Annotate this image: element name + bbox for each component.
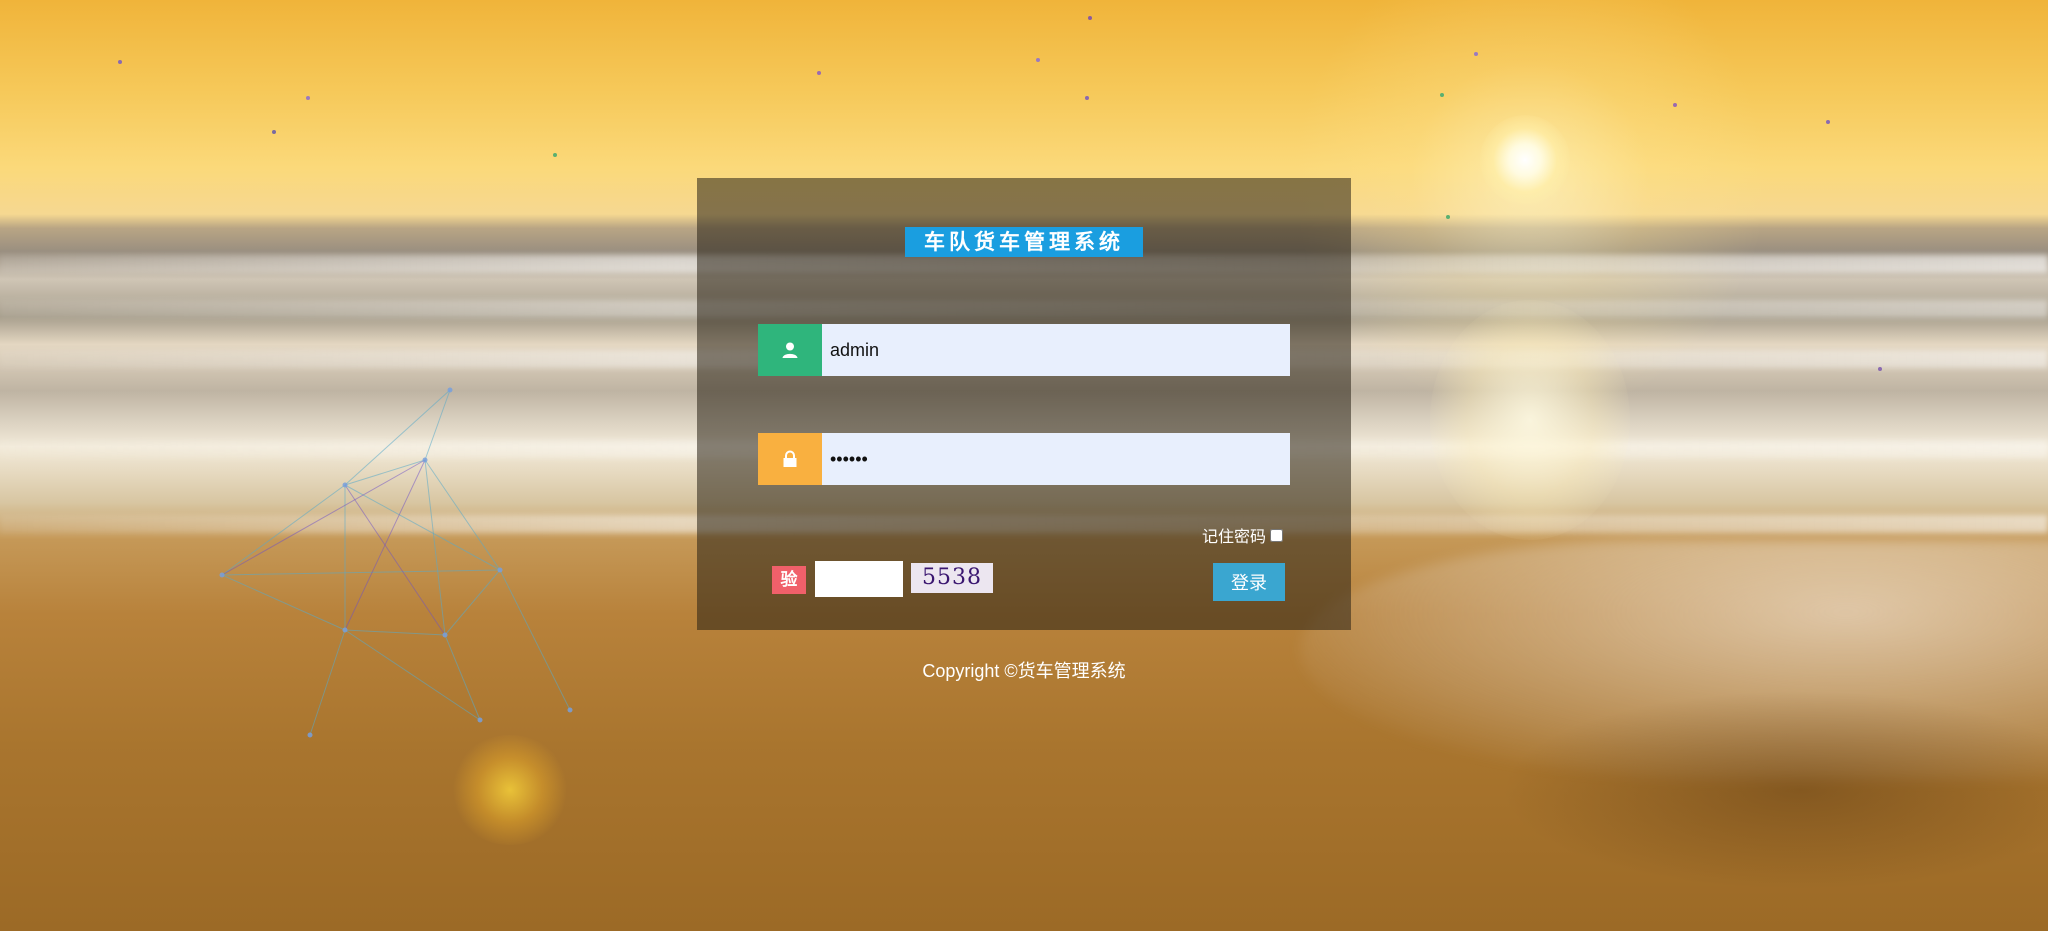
particle (1088, 16, 1092, 20)
particle (1878, 367, 1882, 371)
user-icon (758, 324, 822, 376)
system-title: 车队货车管理系统 (905, 227, 1143, 257)
particle (817, 71, 821, 75)
particle (1446, 215, 1450, 219)
particle-network (219, 387, 573, 738)
particle (1085, 96, 1089, 100)
captcha-input[interactable] (815, 561, 903, 597)
remember-password-checkbox[interactable] (1270, 528, 1284, 542)
password-input[interactable] (822, 433, 1290, 485)
particle (1826, 120, 1830, 124)
copyright-text: Copyright ©货车管理系统 (922, 661, 1126, 681)
username-field (758, 324, 1290, 376)
particle (1474, 52, 1478, 56)
remember-password-label: 记住密码 (1202, 529, 1267, 546)
login-page: 车队货车管理系统 记住密码 验 5538 登录 Copyright ©货车管理系… (0, 0, 2048, 931)
particle (272, 130, 276, 134)
particle (1036, 58, 1040, 62)
lock-icon (758, 433, 822, 485)
particle (1673, 103, 1677, 107)
captcha-badge: 验 (772, 566, 806, 594)
sun (1480, 115, 1570, 205)
login-button[interactable]: 登录 (1213, 563, 1285, 601)
particle (118, 60, 122, 64)
sand-shadow (1500, 690, 2048, 890)
username-input[interactable] (822, 324, 1290, 376)
particle (553, 153, 557, 157)
particle (1440, 93, 1444, 97)
sun-reflection (1430, 300, 1630, 540)
captcha-image[interactable]: 5538 (911, 563, 993, 593)
remember-password[interactable]: 记住密码 (1202, 523, 1284, 547)
password-field (758, 433, 1290, 485)
particle (306, 96, 310, 100)
